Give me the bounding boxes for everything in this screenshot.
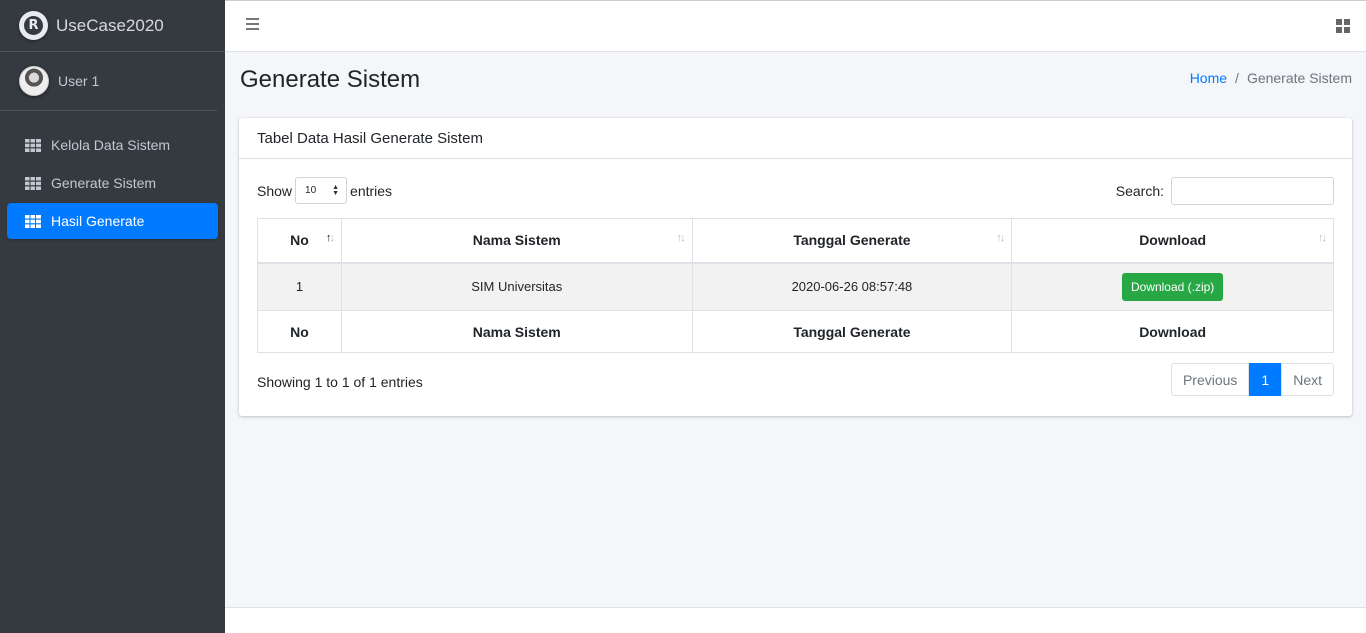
column-header-no[interactable]: No ↑↓ — [257, 218, 342, 264]
breadcrumb-current: Generate Sistem — [1246, 70, 1352, 86]
breadcrumb: Home / Generate Sistem — [1190, 70, 1352, 86]
page-1-button[interactable]: 1 — [1249, 363, 1282, 396]
user-name: User 1 — [58, 73, 100, 89]
previous-page-button[interactable]: Previous — [1170, 363, 1250, 396]
column-header-nama-sistem[interactable]: Nama Sistem ↑↓ — [340, 218, 693, 264]
sort-icon: ↑↓ — [1318, 232, 1327, 244]
footer-no: No — [257, 310, 342, 353]
grid-icon — [25, 176, 41, 190]
grid-icon — [25, 138, 41, 152]
entries-length-select[interactable]: 10 ▲ ▼ — [295, 177, 348, 204]
main-sidebar: R UseCase2020 User 1 Kelola Data Sistem … — [0, 0, 225, 633]
sort-icon: ↑↓ — [996, 232, 1005, 244]
sidebar-item-label: Kelola Data Sistem — [51, 137, 171, 153]
results-table: No ↑↓ Nama Sistem ↑↓ Tanggal Generate ↑↓ Do… — [257, 218, 1334, 353]
sidebar-item-kelola-data-sistem[interactable]: Kelola Data Sistem — [7, 127, 218, 163]
cell-tanggal-generate: 2020-06-26 08:57:48 — [691, 262, 1013, 311]
apps-grid-icon[interactable] — [1336, 19, 1350, 33]
sort-ascending-icon: ↑↓ — [325, 232, 335, 244]
grid-icon — [25, 214, 41, 228]
cell-no: 1 — [257, 262, 342, 311]
search-input[interactable] — [1171, 177, 1334, 205]
page-title: Generate Sistem — [240, 66, 421, 93]
top-navbar — [225, 0, 1366, 52]
table-info: Showing 1 to 1 of 1 entries — [257, 374, 423, 390]
footer-nama-sistem: Nama Sistem — [340, 310, 693, 353]
sidebar-nav: Kelola Data Sistem Generate Sistem Hasil… — [0, 111, 225, 239]
footer-tanggal-generate: Tanggal Generate — [691, 310, 1013, 353]
entries-length-control: Show 10 ▲ ▼ entries — [257, 177, 392, 204]
entries-label: entries — [350, 182, 393, 199]
search-control: Search: — [1116, 177, 1334, 205]
show-label: Show — [257, 182, 293, 199]
avatar — [19, 66, 49, 96]
results-card: Tabel Data Hasil Generate Sistem Show 10… — [239, 118, 1352, 416]
next-page-button[interactable]: Next — [1281, 363, 1334, 396]
table-row: 1 SIM Universitas 2020-06-26 08:57:48 Do… — [257, 262, 1334, 311]
footer-download: Download — [1011, 310, 1334, 353]
sidebar-item-hasil-generate[interactable]: Hasil Generate — [7, 203, 218, 239]
column-header-tanggal-generate[interactable]: Tanggal Generate ↑↓ — [691, 218, 1013, 264]
brand-name: UseCase2020 — [56, 15, 164, 35]
brand-link[interactable]: R UseCase2020 — [0, 0, 225, 52]
brand-logo-icon: R — [19, 11, 48, 40]
cell-nama-sistem: SIM Universitas — [340, 262, 693, 311]
select-arrows-icon: ▲ ▼ — [332, 184, 340, 197]
menu-toggle-icon[interactable] — [246, 18, 259, 30]
breadcrumb-home-link[interactable]: Home — [1190, 70, 1227, 86]
sidebar-item-label: Hasil Generate — [51, 213, 145, 229]
column-header-download[interactable]: Download ↑↓ — [1011, 218, 1334, 264]
page-footer — [225, 607, 1366, 633]
download-zip-button[interactable]: Download (.zip) — [1121, 272, 1224, 301]
sidebar-item-label: Generate Sistem — [51, 175, 157, 191]
entries-length-value: 10 — [305, 185, 317, 196]
card-title: Tabel Data Hasil Generate Sistem — [239, 118, 1352, 159]
sidebar-item-generate-sistem[interactable]: Generate Sistem — [7, 165, 218, 201]
user-panel[interactable]: User 1 — [0, 52, 217, 111]
cell-download: Download (.zip) — [1011, 262, 1334, 311]
sort-icon: ↑↓ — [676, 232, 686, 244]
breadcrumb-separator: / — [1235, 70, 1239, 86]
pagination: Previous 1 Next — [1170, 363, 1334, 396]
search-label: Search: — [1115, 183, 1164, 199]
